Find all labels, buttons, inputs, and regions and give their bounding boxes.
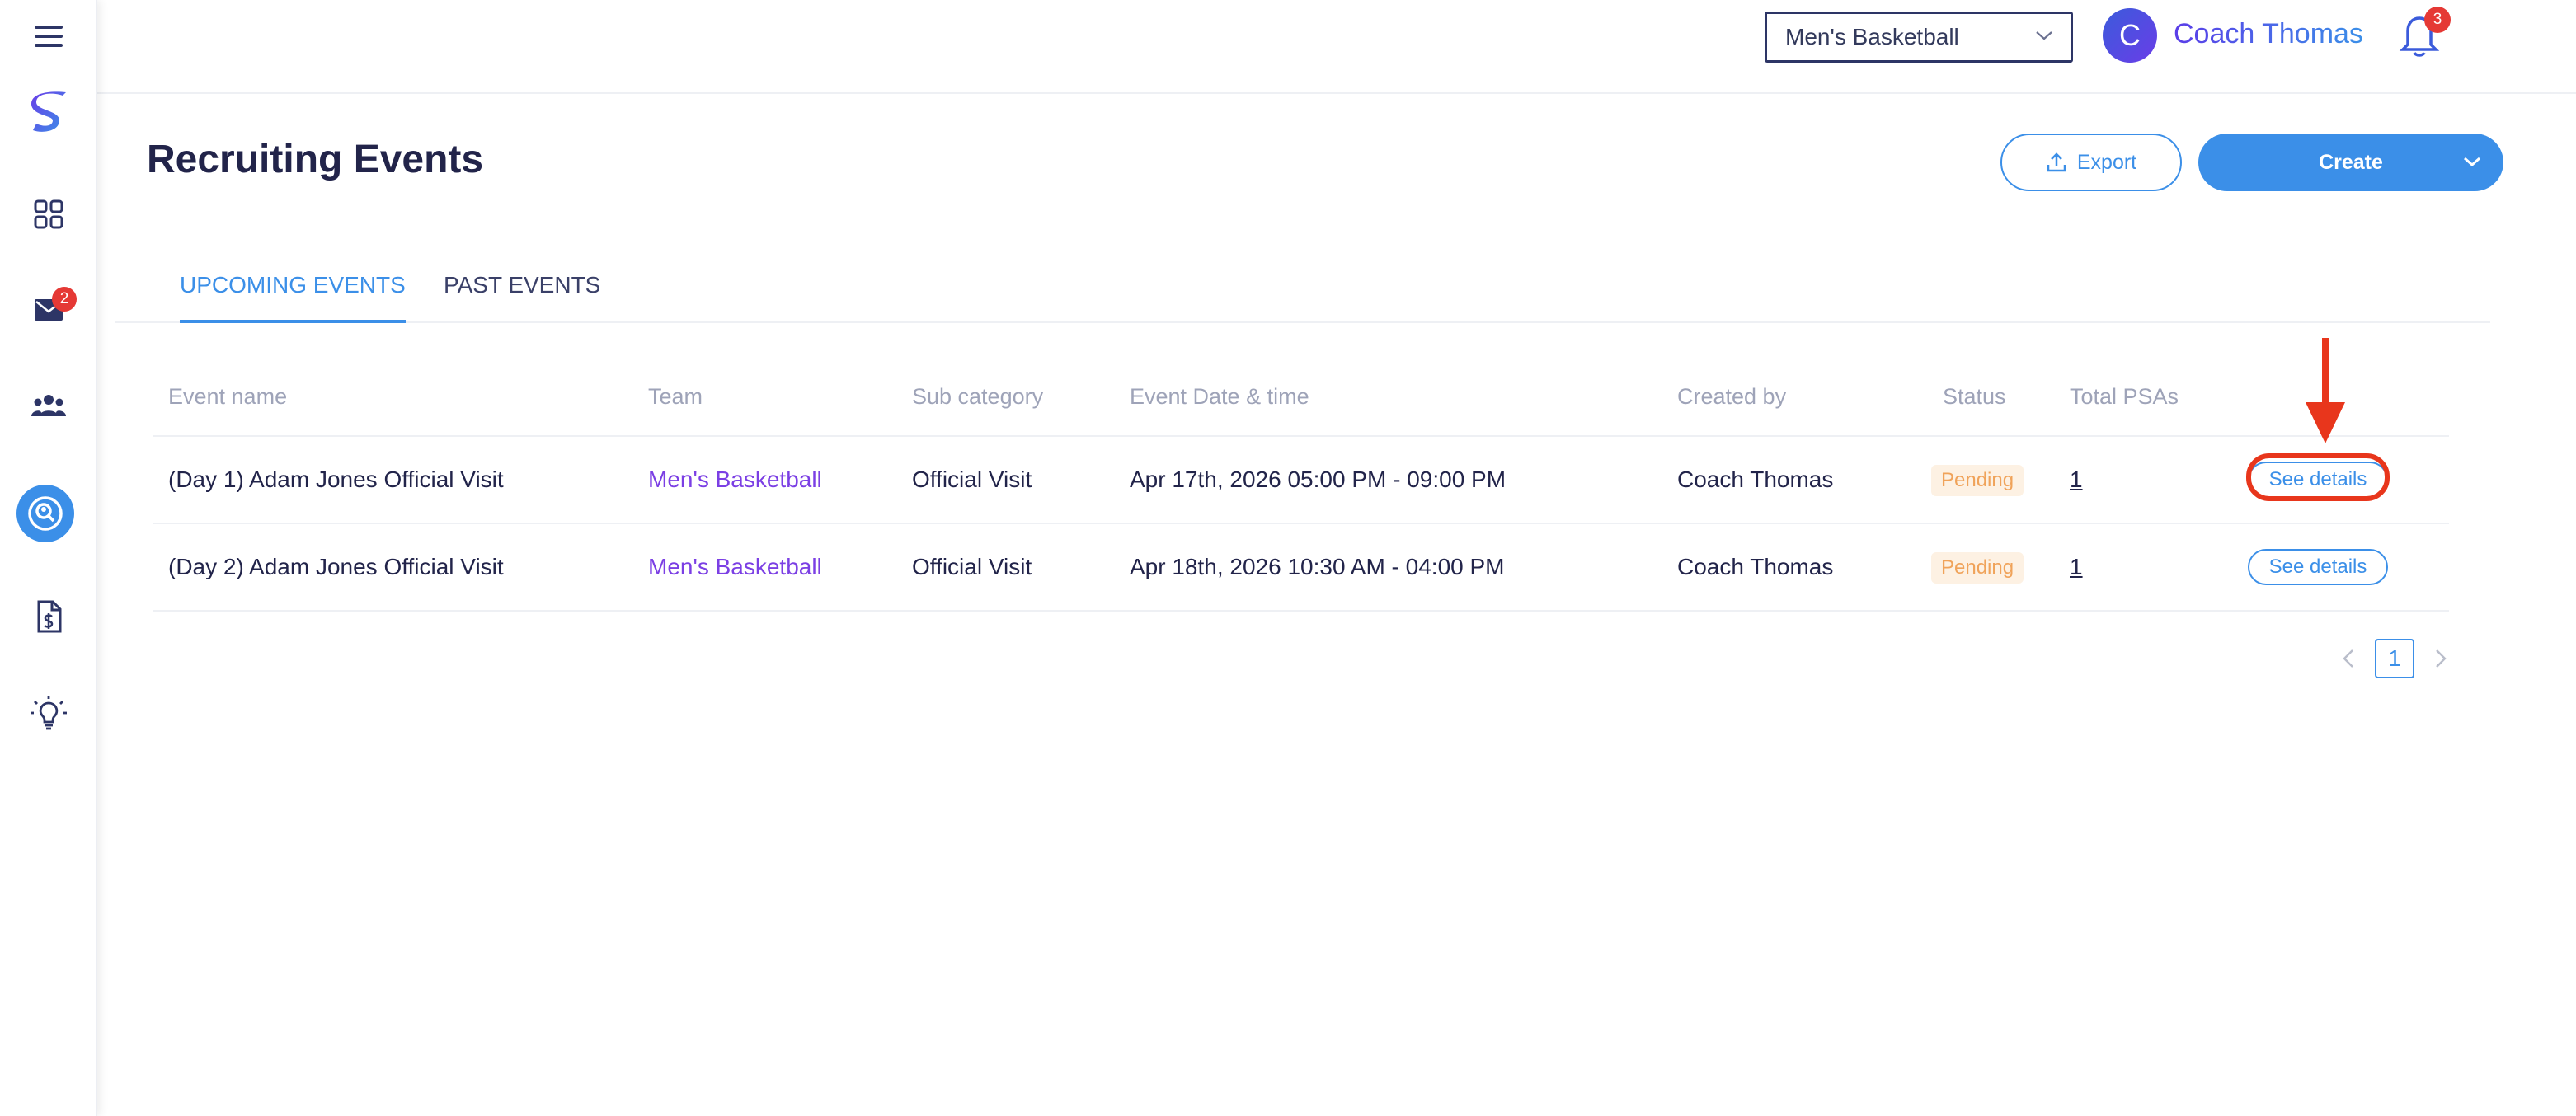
status-badge: Pending <box>1931 465 2024 496</box>
create-button[interactable]: Create <box>2198 134 2503 191</box>
event-name: (Day 1) Adam Jones Official Visit <box>168 467 504 492</box>
event-name: (Day 2) Adam Jones Official Visit <box>168 554 504 579</box>
prev-page-button[interactable] <box>2334 640 2363 678</box>
mail-icon[interactable]: 2 <box>16 277 82 343</box>
upload-icon <box>2047 152 2066 172</box>
see-details-button[interactable]: See details <box>2248 462 2388 498</box>
create-label: Create <box>2319 150 2383 174</box>
pagination: 1 <box>2334 638 2456 679</box>
header-team: Team <box>648 384 703 409</box>
notifications-button[interactable]: 3 <box>2398 7 2451 61</box>
messages-badge: 2 <box>52 287 77 312</box>
chevron-down-icon <box>2036 31 2052 40</box>
document-icon[interactable] <box>16 584 82 649</box>
sub-category: Official Visit <box>912 467 1032 492</box>
menu-icon[interactable] <box>16 3 82 69</box>
header-sub-category: Sub category <box>912 384 1044 409</box>
avatar[interactable]: C <box>2103 8 2157 63</box>
export-button[interactable]: Export <box>2000 134 2182 191</box>
event-tabs: UPCOMING EVENTS PAST EVENTS <box>115 272 2490 323</box>
chevron-left-icon <box>2343 649 2353 668</box>
sub-category: Official Visit <box>912 554 1032 579</box>
search-user-icon[interactable] <box>16 485 74 542</box>
next-page-button[interactable] <box>2426 640 2456 678</box>
dashboard-icon[interactable] <box>16 181 82 247</box>
lightbulb-icon[interactable] <box>16 681 82 747</box>
table-header: Event name Team Sub category Event Date … <box>153 371 2449 437</box>
notification-badge: 3 <box>2424 7 2451 33</box>
export-label: Export <box>2076 150 2137 174</box>
header-event-date: Event Date & time <box>1130 384 1309 409</box>
tab-past-events[interactable]: PAST EVENTS <box>444 272 600 323</box>
header-total-psas: Total PSAs <box>2070 384 2179 409</box>
header-event-name: Event name <box>168 384 288 409</box>
created-by: Coach Thomas <box>1677 467 1834 492</box>
table-row: (Day 2) Adam Jones Official Visit Men's … <box>153 524 2449 612</box>
events-table: Event name Team Sub category Event Date … <box>153 371 2449 612</box>
table-row: (Day 1) Adam Jones Official Visit Men's … <box>153 437 2449 524</box>
chevron-right-icon <box>2436 649 2447 668</box>
tab-upcoming-events[interactable]: UPCOMING EVENTS <box>180 272 406 323</box>
status-badge: Pending <box>1931 552 2024 584</box>
created-by: Coach Thomas <box>1677 554 1834 579</box>
team-icon[interactable] <box>16 373 82 438</box>
team-select-value: Men's Basketball <box>1785 24 1959 49</box>
logo-icon[interactable] <box>16 81 82 147</box>
header-created-by: Created by <box>1677 384 1787 409</box>
total-psas-link[interactable]: 1 <box>2070 467 2083 493</box>
event-date-time: Apr 17th, 2026 05:00 PM - 09:00 PM <box>1130 467 1507 492</box>
user-name[interactable]: Coach Thomas <box>2174 18 2363 50</box>
team-link[interactable]: Men's Basketball <box>648 467 822 493</box>
team-link[interactable]: Men's Basketball <box>648 554 822 580</box>
header-status: Status <box>1943 384 2006 409</box>
event-date-time: Apr 18th, 2026 10:30 AM - 04:00 PM <box>1130 554 1505 579</box>
see-details-button[interactable]: See details <box>2248 549 2388 585</box>
app-root: 2 Men's Basketball C Coach Thomas 3 Recr… <box>0 0 2576 1116</box>
sidebar: 2 <box>0 0 97 1116</box>
total-psas-link[interactable]: 1 <box>2070 554 2083 580</box>
team-select[interactable]: Men's Basketball <box>1765 12 2073 63</box>
page-number-current[interactable]: 1 <box>2375 639 2414 678</box>
page-title: Recruiting Events <box>147 138 484 181</box>
chevron-down-icon[interactable] <box>2462 153 2482 170</box>
